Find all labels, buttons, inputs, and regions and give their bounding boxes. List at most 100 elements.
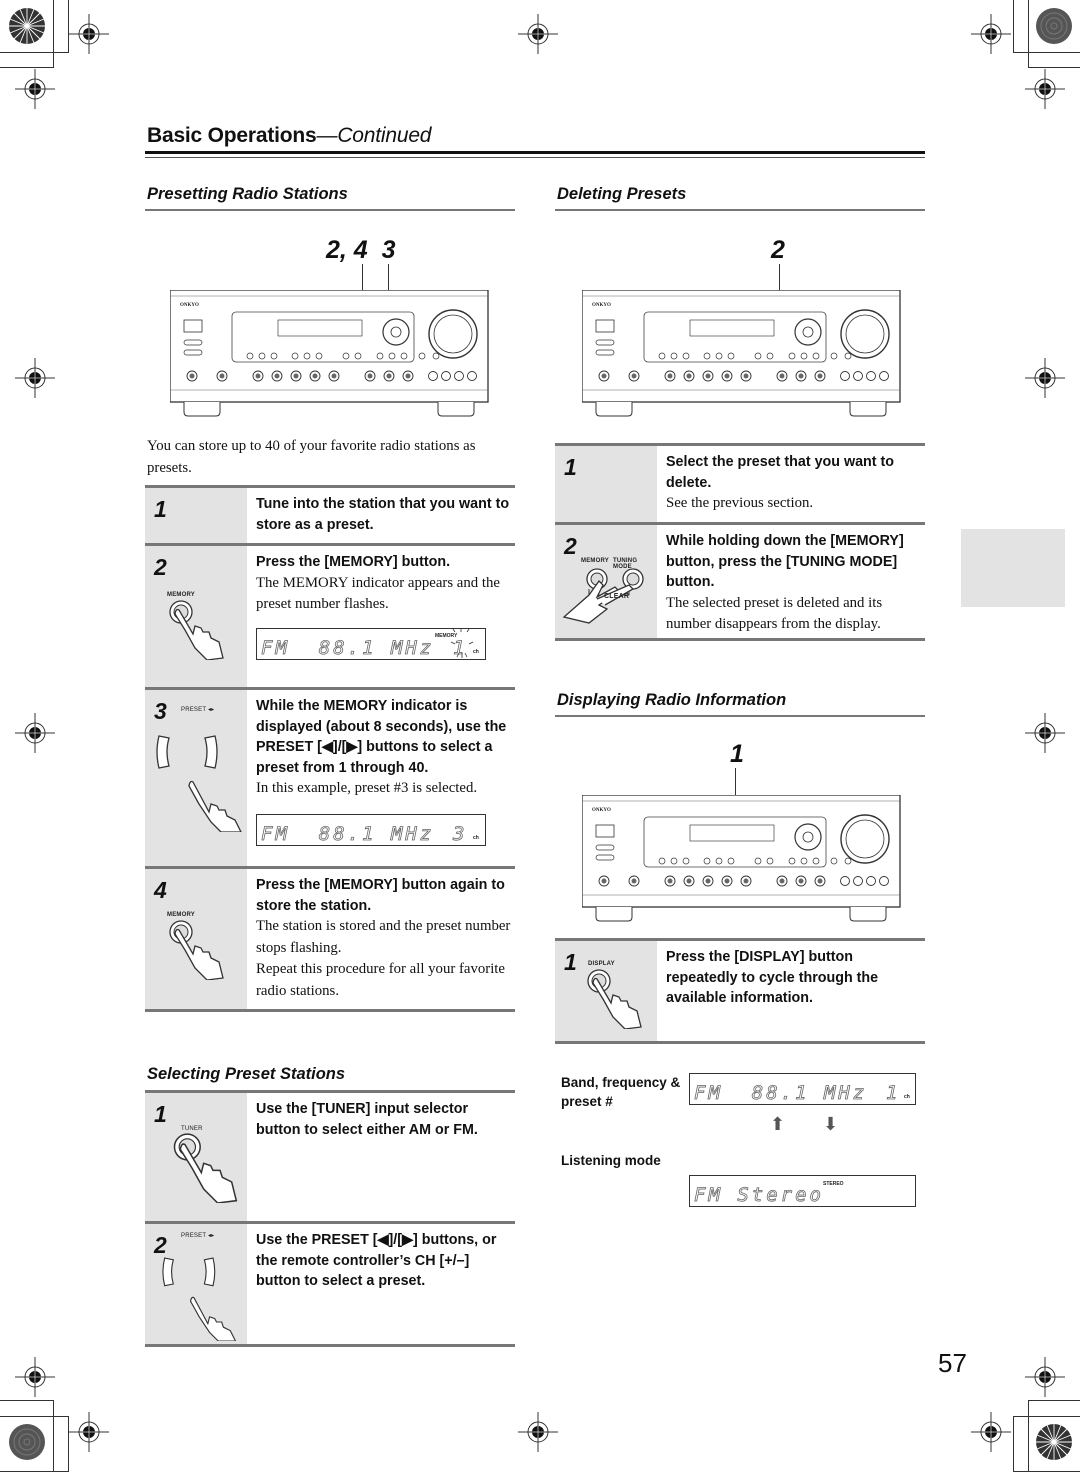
step-number: 1	[154, 496, 167, 522]
stereo-indicator: STEREO	[823, 1181, 844, 1187]
callout-step-number: 2	[771, 236, 785, 264]
arrow-down-icon: ⬇	[823, 1114, 839, 1134]
hand-pressing-button-icon	[167, 600, 227, 665]
step-number: 4	[154, 877, 167, 903]
lcd-text: FM Stereo	[694, 1184, 824, 1207]
starburst-target-icon	[1035, 1423, 1073, 1466]
lcd-preset-number: 3	[453, 822, 468, 845]
step-row: 1 TUNER Use the [TUNER] input selector b…	[145, 1090, 515, 1221]
step-description: See the previous section.	[666, 495, 814, 511]
header-rule	[145, 157, 925, 158]
receiver-front-panel-illustration: ONKYO	[582, 290, 902, 420]
section-rule	[555, 715, 925, 717]
hand-pressing-button-icon	[167, 920, 227, 985]
memory-button-label: MEMORY	[581, 558, 609, 564]
lcd-text: FM 88.1 MHz	[694, 1082, 868, 1105]
registration-mark-icon	[1025, 358, 1065, 398]
step-instruction: Press the [MEMORY] button again to store…	[256, 877, 505, 914]
step-row: 1 Tune into the station that you want to…	[145, 485, 515, 543]
step-row: 2 PRESET ◂▸ Use the PRESET [◀]/[▶] butto…	[145, 1221, 515, 1344]
step-instruction: Press the [DISPLAY] button repeatedly to…	[666, 949, 879, 1006]
tuner-button-label: TUNER	[181, 1126, 203, 1132]
lcd-display: FM 88.1 MHz 3 ch	[256, 813, 486, 846]
registration-mark-icon	[15, 358, 55, 398]
step-row: 1 Select the preset that you want to del…	[555, 443, 925, 522]
step-description: The MEMORY indicator appears and the pre…	[256, 574, 500, 613]
flashing-indicator-icon	[450, 628, 474, 658]
lcd-display: FM 88.1 MHz 1 MEMORY ch	[256, 627, 486, 660]
registration-mark-icon	[518, 14, 558, 54]
preset-button-label: PRESET ◂▸	[181, 707, 215, 713]
step-row: 3 PRESET ◂▸ While the MEMORY indicator i…	[145, 687, 515, 866]
step-number: 2	[154, 554, 167, 580]
preset-button-label: PRESET ◂▸	[181, 1233, 215, 1239]
step-description: Repeat this procedure for all your favor…	[256, 961, 505, 999]
chapter-tab	[961, 529, 1065, 607]
page-title-continued: —Continued	[316, 124, 432, 147]
section-title-displaying: Displaying Radio Information	[557, 691, 787, 709]
step-number: 1	[564, 949, 577, 975]
registration-mark-icon	[971, 14, 1011, 54]
registration-mark-icon	[15, 713, 55, 753]
step-instruction: While the MEMORY indicator is displayed …	[256, 698, 507, 776]
registration-mark-icon	[15, 1357, 55, 1397]
step-row: 4 MEMORY Press the [MEMORY] button again…	[145, 866, 515, 1009]
hand-pressing-preset-buttons-icon	[153, 1246, 248, 1346]
section-rule	[145, 209, 515, 211]
displaying-steps-table: 1 DISPLAY Press the [DISPLAY] button rep…	[555, 938, 925, 1044]
registration-mark-icon	[1025, 713, 1065, 753]
step-description: In this example, preset #3 is selected.	[256, 780, 478, 796]
svg-text:ONKYO: ONKYO	[592, 303, 611, 308]
info-label-listening-mode: Listening mode	[561, 1153, 661, 1168]
registration-mark-icon	[69, 1412, 109, 1452]
step-number: 1	[564, 454, 577, 480]
page-title-text: Basic Operations	[147, 124, 317, 147]
svg-text:ONKYO: ONKYO	[592, 808, 611, 813]
arrow-up-icon: ⬆	[770, 1114, 786, 1134]
lcd-text: FM 88.1 MHz	[261, 636, 435, 659]
info-label-band-frequency: Band, frequency & preset #	[561, 1075, 681, 1109]
hand-pressing-tuner-button-icon	[171, 1133, 241, 1208]
svg-text:ONKYO: ONKYO	[180, 303, 199, 308]
lcd-unit: ch	[473, 834, 479, 841]
registration-mark-icon	[69, 14, 109, 54]
selecting-steps-table: 1 TUNER Use the [TUNER] input selector b…	[145, 1090, 515, 1347]
step-number: 3	[154, 698, 167, 724]
memory-button-label: MEMORY	[167, 592, 195, 598]
table-rule	[555, 638, 925, 641]
lcd-display-listening-mode: FM Stereo STEREO	[689, 1175, 916, 1207]
header-rule	[145, 151, 925, 154]
step-number: 1	[154, 1101, 167, 1127]
lcd-preset-number: 1	[886, 1082, 901, 1105]
registration-mark-icon	[971, 1412, 1011, 1452]
hand-pressing-display-button-icon	[585, 969, 645, 1034]
step-instruction: Select the preset that you want to delet…	[666, 454, 894, 491]
clear-label: CLEAR	[604, 593, 630, 600]
step-row: 2 MEMORY TUNING MODE CLEAR While holding…	[555, 522, 925, 638]
presetting-intro: You can store up to 40 of your favorite …	[147, 438, 476, 476]
section-title-deleting: Deleting Presets	[557, 185, 687, 203]
registration-mark-icon	[1025, 69, 1065, 109]
step-instruction: Use the [TUNER] input selector button to…	[256, 1101, 478, 1138]
registration-mark-icon	[518, 1412, 558, 1452]
step-description: The selected preset is deleted and its n…	[666, 594, 883, 633]
lcd-text: FM 88.1 MHz	[261, 822, 435, 845]
step-instruction: While holding down the [MEMORY] button, …	[666, 533, 904, 590]
callout-step-number: 1	[730, 740, 744, 768]
receiver-front-panel-illustration: ONKYO	[170, 290, 490, 420]
section-rule	[555, 209, 925, 211]
registration-mark-icon	[15, 69, 55, 109]
page-title: Basic Operations—Continued	[147, 124, 431, 148]
step-row: 1 DISPLAY Press the [DISPLAY] button rep…	[555, 938, 925, 1041]
memory-button-label: MEMORY	[167, 912, 195, 918]
concentric-target-icon	[8, 1423, 46, 1466]
page-number: 57	[938, 1348, 967, 1378]
section-title-presetting: Presetting Radio Stations	[147, 185, 348, 203]
lcd-display-band-frequency: FM 88.1 MHz 1 ch	[689, 1073, 916, 1105]
section-title-selecting: Selecting Preset Stations	[147, 1065, 346, 1083]
concentric-target-icon	[1035, 7, 1073, 50]
hand-pressing-preset-buttons-icon	[153, 722, 248, 837]
step-number: 2	[564, 533, 577, 559]
callout-step-numbers: 2, 4 3	[326, 236, 396, 264]
step-description: The station is stored and the preset num…	[256, 918, 511, 956]
